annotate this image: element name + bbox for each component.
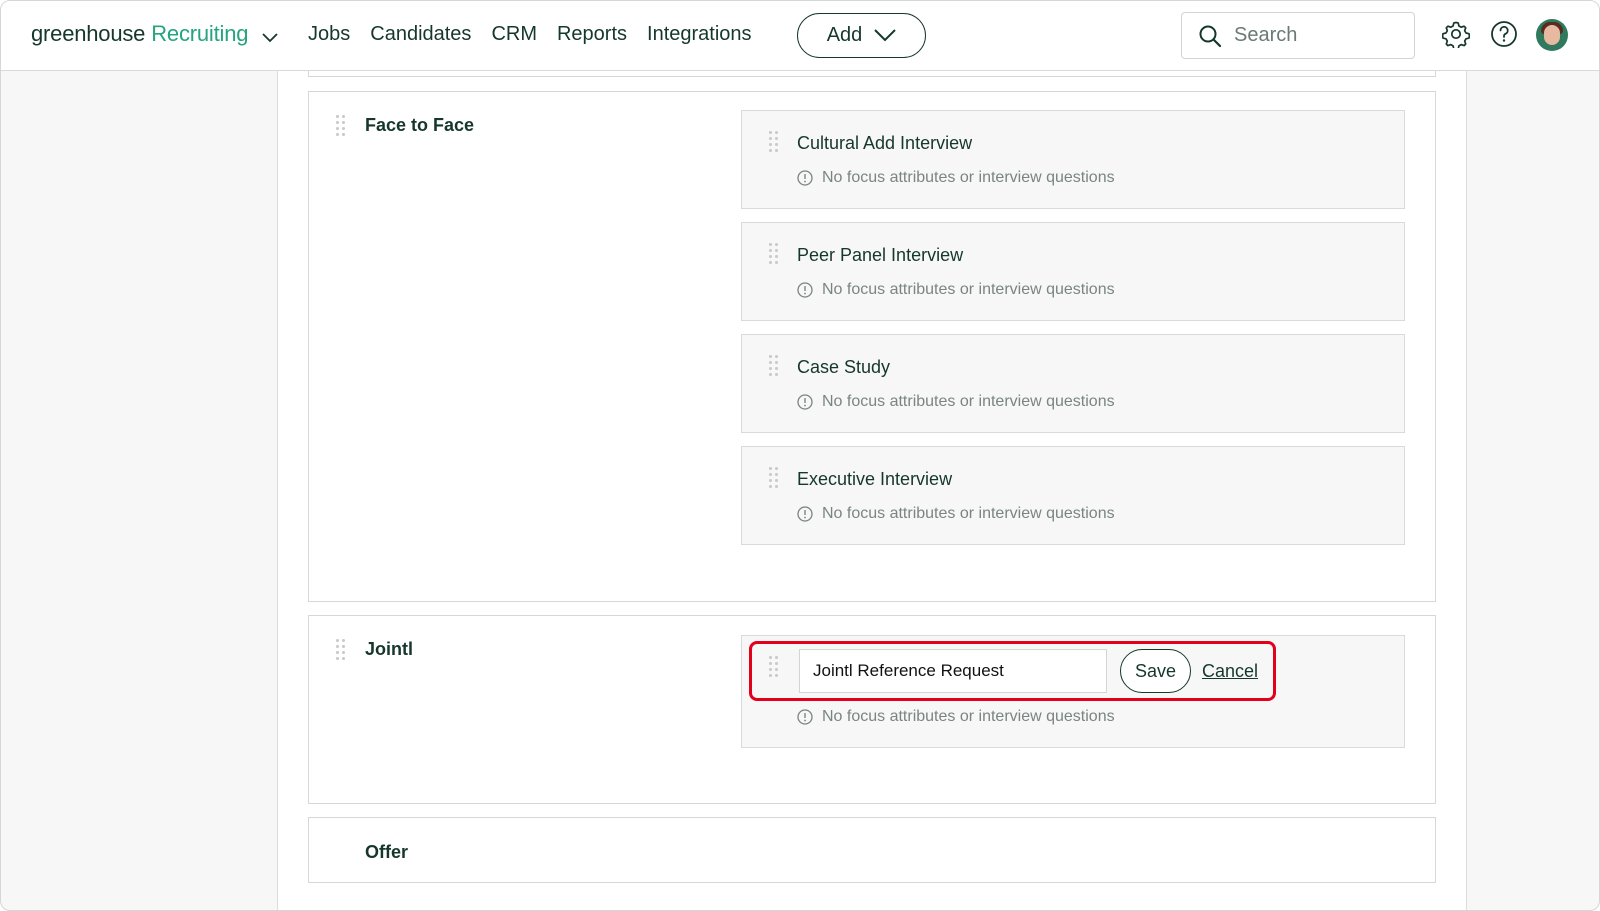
info-icon <box>797 506 813 522</box>
nav-link-reports[interactable]: Reports <box>557 23 627 46</box>
interview-card[interactable]: Cultural Add Interview No focus attribut… <box>741 110 1405 209</box>
app-switcher[interactable]: greenhouse Recruiting <box>31 19 278 49</box>
stage-title: Face to Face <box>365 115 475 135</box>
interview-card[interactable]: Peer Panel Interview No focus attributes… <box>741 222 1405 321</box>
brand-product: Recruiting <box>151 21 249 46</box>
stage-title: Jointl <box>365 639 413 659</box>
info-icon <box>797 282 813 298</box>
search-icon <box>1199 25 1222 47</box>
interview-note-text: No focus attributes or interview questio… <box>822 505 1115 522</box>
main-nav: Jobs Candidates CRM Reports Integrations <box>308 23 752 46</box>
interview-note-text: No focus attributes or interview questio… <box>822 708 1115 725</box>
nav-link-jobs[interactable]: Jobs <box>308 23 350 46</box>
chevron-down-icon <box>874 29 897 42</box>
chevron-down-icon <box>262 23 278 49</box>
drag-handle-icon[interactable] <box>769 131 779 153</box>
stage-title: Offer <box>365 842 409 862</box>
brand-name: greenhouse <box>31 21 146 46</box>
interview-note: No focus attributes or interview questio… <box>797 281 1115 299</box>
top-navigation: greenhouse Recruiting Jobs Candidates CR… <box>1 1 1599 71</box>
add-button-label: Add <box>826 24 863 46</box>
interview-note-text: No focus attributes or interview questio… <box>822 169 1115 186</box>
drag-handle-icon[interactable] <box>769 355 779 377</box>
stage-card-offer <box>308 817 1436 883</box>
interview-card[interactable]: Case Study No focus attributes or interv… <box>741 334 1405 433</box>
gear-icon[interactable] <box>1441 20 1472 51</box>
interview-note: No focus attributes or interview questio… <box>797 505 1115 523</box>
nav-link-integrations[interactable]: Integrations <box>647 23 752 46</box>
help-icon[interactable] <box>1490 20 1520 50</box>
drag-handle-icon[interactable] <box>769 467 779 489</box>
interview-title[interactable]: Cultural Add Interview <box>797 133 972 154</box>
interview-note-text: No focus attributes or interview questio… <box>822 393 1115 410</box>
info-icon <box>797 170 813 186</box>
info-icon <box>797 709 813 725</box>
drag-handle-icon[interactable] <box>336 639 346 661</box>
interview-card[interactable]: Executive Interview No focus attributes … <box>741 446 1405 545</box>
drag-handle-icon[interactable] <box>769 243 779 265</box>
drag-handle-icon[interactable] <box>336 115 346 137</box>
interview-title[interactable]: Case Study <box>797 357 890 378</box>
interview-note: No focus attributes or interview questio… <box>797 708 1115 726</box>
nav-link-crm[interactable]: CRM <box>491 23 537 46</box>
interview-note: No focus attributes or interview questio… <box>797 393 1115 411</box>
highlight-box <box>749 641 1276 701</box>
search-input[interactable]: Search <box>1181 12 1415 59</box>
interview-note-text: No focus attributes or interview questio… <box>822 281 1115 298</box>
interview-note: No focus attributes or interview questio… <box>797 169 1115 187</box>
nav-link-candidates[interactable]: Candidates <box>370 23 471 46</box>
avatar[interactable] <box>1536 19 1568 51</box>
info-icon <box>797 394 813 410</box>
interview-title[interactable]: Executive Interview <box>797 469 952 490</box>
interview-title[interactable]: Peer Panel Interview <box>797 245 963 266</box>
add-button[interactable]: Add <box>797 13 926 58</box>
app-window: greenhouse Recruiting Jobs Candidates CR… <box>0 0 1600 911</box>
previous-stage-card <box>308 71 1436 77</box>
search-placeholder: Search <box>1234 24 1298 46</box>
